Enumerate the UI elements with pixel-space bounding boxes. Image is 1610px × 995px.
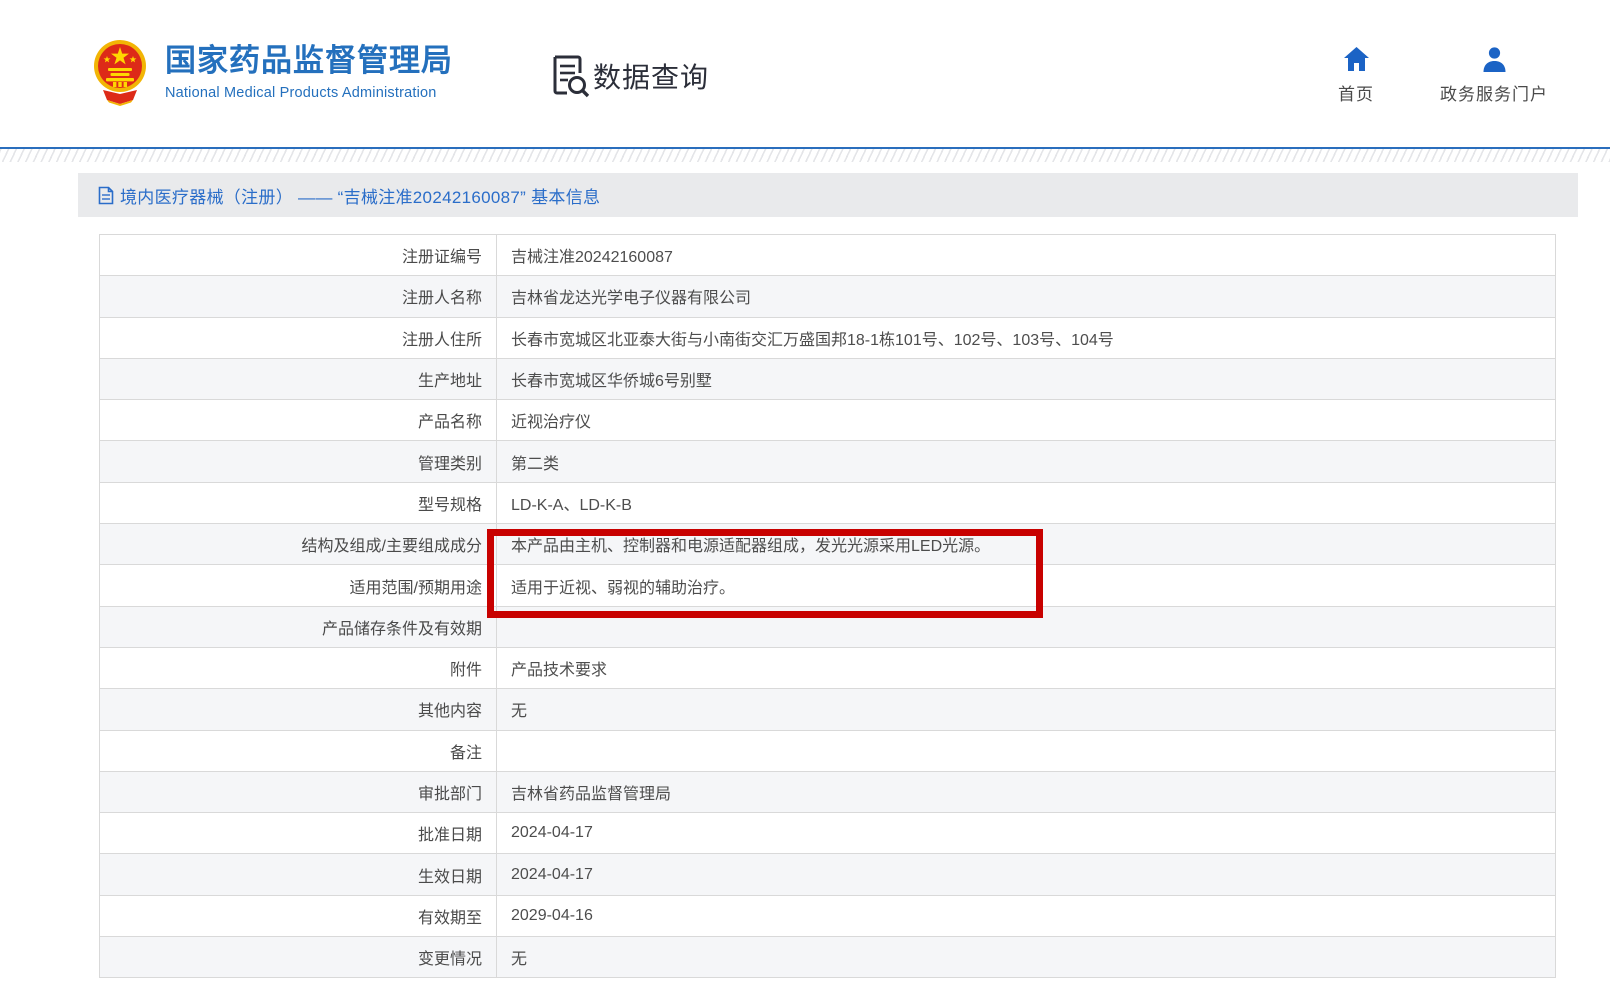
table-row: 有效期至2029-04-16	[100, 895, 1556, 936]
row-label: 其他内容	[100, 689, 497, 730]
org-name-cn: 国家药品监督管理局	[165, 43, 453, 79]
row-label: 生效日期	[100, 854, 497, 895]
row-label: 生产地址	[100, 358, 497, 399]
row-label: 结构及组成/主要组成成分	[100, 524, 497, 565]
row-label: 变更情况	[100, 937, 497, 978]
nav-item-home[interactable]: 首页	[1324, 46, 1388, 105]
site-logo[interactable]: 国家药品监督管理局 National Medical Products Admi…	[93, 38, 453, 106]
org-name-en: National Medical Products Administration	[165, 85, 453, 101]
row-label: 批准日期	[100, 813, 497, 854]
table-row: 适用范围/预期用途适用于近视、弱视的辅助治疗。	[100, 565, 1556, 606]
row-value: 2024-04-17	[497, 813, 1556, 854]
table-row: 生效日期2024-04-17	[100, 854, 1556, 895]
row-label: 注册人住所	[100, 317, 497, 358]
table-row: 变更情况无	[100, 937, 1556, 978]
row-label: 管理类别	[100, 441, 497, 482]
row-label: 有效期至	[100, 895, 497, 936]
table-row: 注册证编号吉械注准20242160087	[100, 235, 1556, 276]
table-row: 注册人名称吉林省龙达光学电子仪器有限公司	[100, 276, 1556, 317]
row-label: 审批部门	[100, 771, 497, 812]
row-label: 产品储存条件及有效期	[100, 606, 497, 647]
table-row: 审批部门吉林省药品监督管理局	[100, 771, 1556, 812]
row-label: 附件	[100, 647, 497, 688]
page: 国家药品监督管理局 National Medical Products Admi…	[0, 0, 1610, 995]
row-value: 长春市宽城区北亚泰大街与小南街交汇万盛国邦18-1栋101号、102号、103号…	[497, 317, 1556, 358]
data-query-label: 数据查询	[593, 56, 709, 96]
row-value: 长春市宽城区华侨城6号别墅	[497, 358, 1556, 399]
table-row: 备注	[100, 730, 1556, 771]
row-value	[497, 606, 1556, 647]
table-row: 生产地址长春市宽城区华侨城6号别墅	[100, 358, 1556, 399]
table-row: 型号规格LD-K-A、LD-K-B	[100, 482, 1556, 523]
table-row: 产品名称近视治疗仪	[100, 400, 1556, 441]
row-value	[497, 730, 1556, 771]
row-value: 适用于近视、弱视的辅助治疗。	[497, 565, 1556, 606]
row-value: 吉林省龙达光学电子仪器有限公司	[497, 276, 1556, 317]
row-value: 2024-04-17	[497, 854, 1556, 895]
row-label: 适用范围/预期用途	[100, 565, 497, 606]
row-value: 2029-04-16	[497, 895, 1556, 936]
table-row: 注册人住所长春市宽城区北亚泰大街与小南街交汇万盛国邦18-1栋101号、102号…	[100, 317, 1556, 358]
table-row: 批准日期2024-04-17	[100, 813, 1556, 854]
table-row: 结构及组成/主要组成成分本产品由主机、控制器和电源适配器组成，发光光源采用LED…	[100, 524, 1556, 565]
row-value: 吉林省药品监督管理局	[497, 771, 1556, 812]
nav-label: 首页	[1338, 80, 1374, 105]
breadcrumb: 境内医疗器械（注册） —— “吉械注准20242160087” 基本信息	[78, 173, 1578, 217]
nav-label: 政务服务门户	[1440, 80, 1548, 105]
org-name-block: 国家药品监督管理局 National Medical Products Admi…	[165, 43, 453, 101]
row-value: LD-K-A、LD-K-B	[497, 482, 1556, 523]
hatch-strip	[0, 149, 1610, 162]
table-row: 其他内容无	[100, 689, 1556, 730]
header-nav: 首页 政务服务门户	[1324, 46, 1548, 105]
row-label: 备注	[100, 730, 497, 771]
row-value: 吉械注准20242160087	[497, 235, 1556, 276]
row-value: 产品技术要求	[497, 647, 1556, 688]
national-emblem-icon	[93, 38, 147, 106]
row-value: 近视治疗仪	[497, 400, 1556, 441]
home-icon	[1343, 46, 1370, 72]
info-table-body: 注册证编号吉械注准20242160087注册人名称吉林省龙达光学电子仪器有限公司…	[100, 235, 1556, 978]
user-icon	[1481, 46, 1508, 72]
table-row: 产品储存条件及有效期	[100, 606, 1556, 647]
row-value: 本产品由主机、控制器和电源适配器组成，发光光源采用LED光源。	[497, 524, 1556, 565]
row-label: 注册证编号	[100, 235, 497, 276]
nav-item-portal[interactable]: 政务服务门户	[1440, 46, 1548, 105]
document-search-icon	[551, 54, 589, 98]
site-header: 国家药品监督管理局 National Medical Products Admi…	[0, 0, 1610, 147]
document-icon	[98, 186, 114, 205]
row-value: 无	[497, 937, 1556, 978]
row-value: 无	[497, 689, 1556, 730]
row-label: 产品名称	[100, 400, 497, 441]
table-row: 管理类别第二类	[100, 441, 1556, 482]
row-label: 型号规格	[100, 482, 497, 523]
row-value: 第二类	[497, 441, 1556, 482]
registration-info-table: 注册证编号吉械注准20242160087注册人名称吉林省龙达光学电子仪器有限公司…	[99, 234, 1556, 978]
page-title: 境内医疗器械（注册） —— “吉械注准20242160087” 基本信息	[120, 183, 600, 208]
data-query-section[interactable]: 数据查询	[551, 54, 709, 98]
row-label: 注册人名称	[100, 276, 497, 317]
table-row: 附件产品技术要求	[100, 647, 1556, 688]
